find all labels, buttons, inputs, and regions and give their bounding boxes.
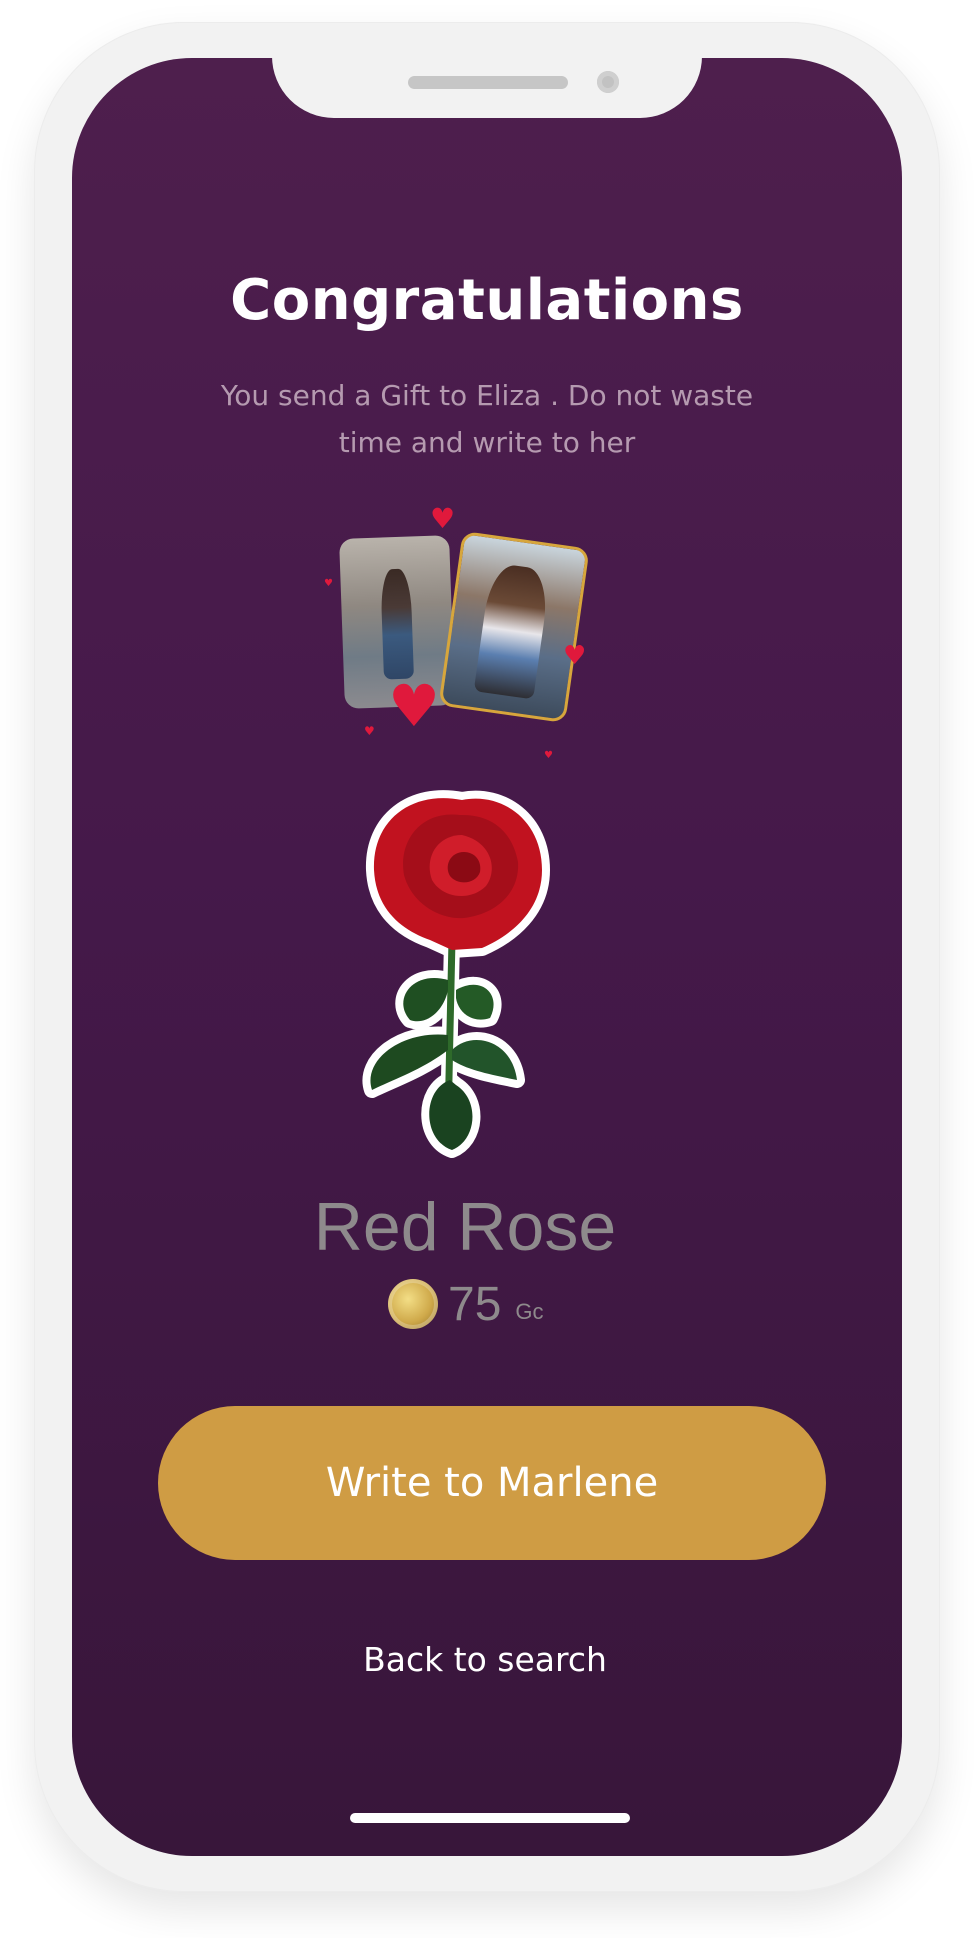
heart-icon: ♥: [430, 502, 456, 535]
gold-coin-icon: [388, 1279, 438, 1329]
heart-icon: ♥: [364, 724, 375, 738]
speaker-grille: [408, 76, 568, 89]
red-rose-icon: [362, 790, 550, 1158]
gift-price: 75 Gc: [388, 1276, 544, 1332]
heart-icon: ♥: [563, 641, 587, 671]
home-indicator[interactable]: [350, 1813, 630, 1823]
front-camera: [597, 71, 619, 93]
price-value: 75: [448, 1277, 502, 1331]
gift-sent-message: You send a Gift to Eliza . Do not waste …: [220, 379, 754, 459]
gift-name: Red Rose: [313, 1189, 617, 1265]
heart-icon: ♥: [324, 578, 333, 589]
heart-icon: ♥: [388, 672, 440, 740]
back-to-search-link[interactable]: Back to search: [330, 1640, 640, 1679]
currency-unit: Gc: [515, 1299, 544, 1324]
write-to-recipient-button[interactable]: Write to Marlene: [158, 1406, 826, 1560]
heart-icon: ♥: [544, 750, 553, 761]
recipient-photo: [438, 530, 590, 724]
couple-photos: ♥ ♥ ♥ ♥ ♥ ♥: [318, 505, 618, 765]
page-title: Congratulations: [230, 268, 744, 333]
